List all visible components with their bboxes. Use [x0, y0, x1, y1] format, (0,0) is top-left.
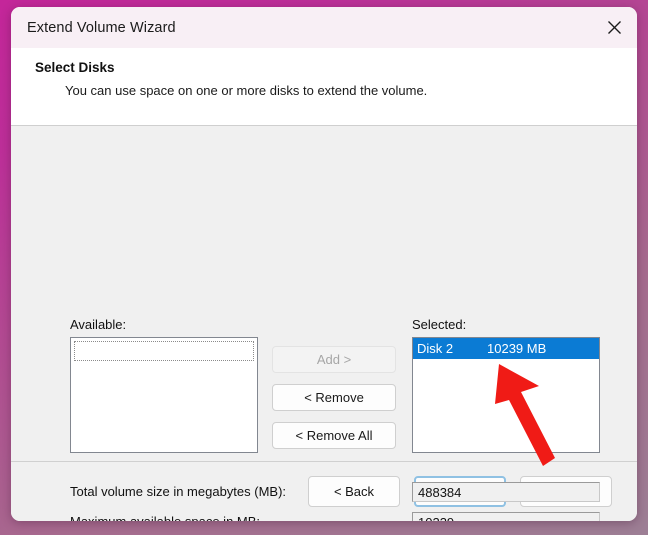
list-item[interactable]: Disk 2 10239 MB — [413, 338, 599, 359]
maximum-available-space-label: Maximum available space in MB: — [70, 514, 260, 521]
page-subtitle: You can use space on one or more disks t… — [65, 83, 637, 98]
selected-disk-name: Disk 2 — [417, 338, 487, 359]
available-empty-focus-row[interactable] — [74, 341, 254, 361]
wizard-body: Available: Selected: Disk 2 10239 MB Add… — [11, 126, 637, 461]
remove-all-button[interactable]: < Remove All — [272, 422, 396, 449]
wizard-header: Select Disks You can use space on one or… — [11, 48, 637, 126]
close-button[interactable] — [591, 7, 637, 48]
extend-volume-wizard-window: Extend Volume Wizard Select Disks You ca… — [11, 7, 637, 521]
total-volume-size-value: 488384 — [412, 482, 600, 502]
available-disks-listbox[interactable] — [70, 337, 258, 453]
available-list-label: Available: — [70, 317, 126, 332]
back-button[interactable]: < Back — [308, 476, 400, 507]
remove-button[interactable]: < Remove — [272, 384, 396, 411]
maximum-available-space-value: 10239 — [412, 512, 600, 521]
selected-list-label: Selected: — [412, 317, 466, 332]
page-title: Select Disks — [35, 60, 637, 75]
selected-disks-listbox[interactable]: Disk 2 10239 MB — [412, 337, 600, 453]
window-titlebar: Extend Volume Wizard — [11, 7, 637, 48]
total-volume-size-label: Total volume size in megabytes (MB): — [70, 484, 286, 499]
add-button[interactable]: Add > — [272, 346, 396, 373]
window-title: Extend Volume Wizard — [27, 20, 176, 36]
selected-disk-size: 10239 MB — [487, 338, 546, 359]
close-icon — [607, 20, 622, 35]
